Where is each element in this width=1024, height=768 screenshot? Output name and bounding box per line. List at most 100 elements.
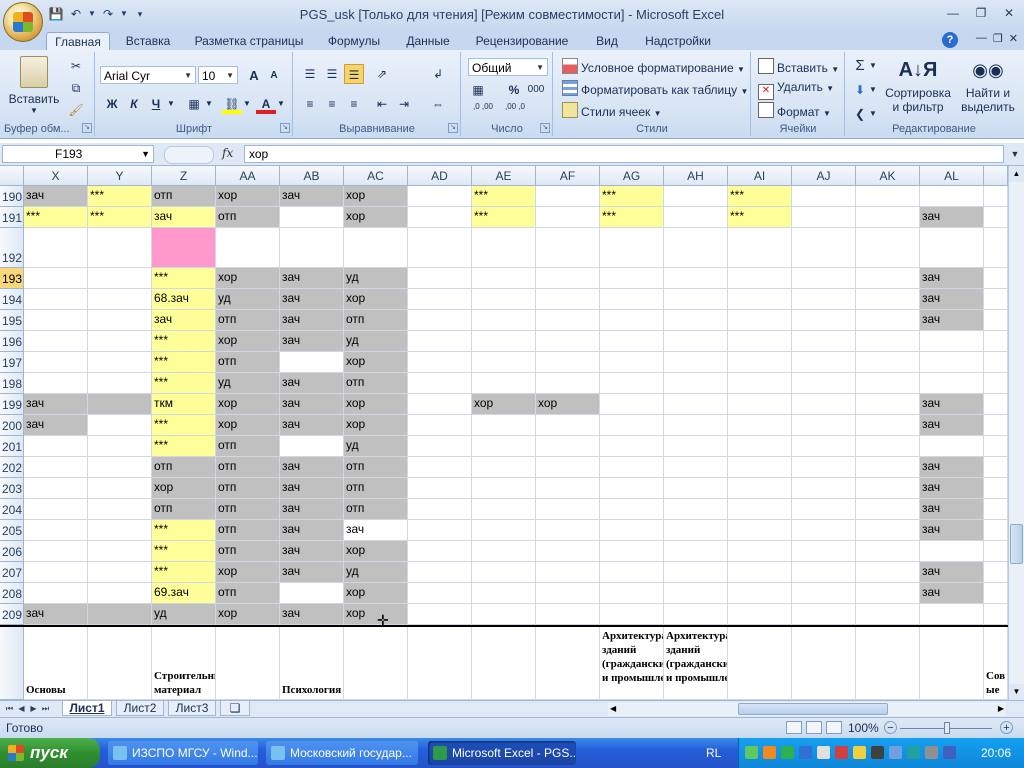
- grid-cell[interactable]: уд: [344, 268, 408, 289]
- scroll-down-icon[interactable]: ▼: [1009, 684, 1024, 700]
- column-header[interactable]: AJ: [792, 166, 856, 186]
- grid-cell[interactable]: зач: [280, 562, 344, 583]
- grid-cell[interactable]: [664, 457, 728, 478]
- grid-cell[interactable]: [792, 520, 856, 541]
- grid-cell[interactable]: [408, 583, 472, 604]
- grid-cell[interactable]: [472, 228, 536, 268]
- grid-cell[interactable]: [600, 268, 664, 289]
- grid-cell[interactable]: [24, 331, 88, 352]
- grid-cell[interactable]: [728, 499, 792, 520]
- close-icon[interactable]: ✕: [998, 4, 1020, 22]
- grid-cell[interactable]: [24, 289, 88, 310]
- grid-cell[interactable]: ***: [88, 186, 152, 207]
- grid-cell[interactable]: [408, 562, 472, 583]
- grid-cell[interactable]: [280, 583, 344, 604]
- zoom-out-icon[interactable]: −: [884, 721, 897, 734]
- minimize-icon[interactable]: —: [942, 4, 964, 22]
- grid-cell[interactable]: [88, 352, 152, 373]
- grid-cell[interactable]: [856, 457, 920, 478]
- grid-cell[interactable]: [216, 627, 280, 700]
- grid-cell[interactable]: [984, 207, 1008, 228]
- grid-cell[interactable]: [408, 478, 472, 499]
- grid-cell[interactable]: [88, 520, 152, 541]
- grid-cell[interactable]: [600, 457, 664, 478]
- normal-view-icon[interactable]: [786, 721, 802, 734]
- tab-insert[interactable]: Вставка: [118, 32, 178, 50]
- taskbar-item-ie1[interactable]: ИЗСПО МГСУ - Wind...: [108, 741, 258, 765]
- row-header[interactable]: 191: [0, 207, 24, 228]
- row-header[interactable]: 208: [0, 583, 24, 604]
- font-name-dropdown[interactable]: Arial Cyr ▼: [100, 66, 196, 84]
- vertical-scrollbar[interactable]: ▲ ▼: [1008, 166, 1024, 700]
- grid-cell[interactable]: [664, 562, 728, 583]
- grid-cell[interactable]: зач: [280, 541, 344, 562]
- restore-icon[interactable]: ❐: [970, 4, 992, 22]
- taskbar-item-ie2[interactable]: Московский государ...: [266, 741, 418, 765]
- grid-cell[interactable]: [856, 415, 920, 436]
- grid-cell[interactable]: [792, 331, 856, 352]
- grid-cell[interactable]: [792, 228, 856, 268]
- grid-cell[interactable]: [664, 499, 728, 520]
- grid-cell[interactable]: хор: [216, 268, 280, 289]
- grid-cell[interactable]: отп: [216, 541, 280, 562]
- grid-cell[interactable]: хор: [216, 415, 280, 436]
- grid-cell[interactable]: [536, 583, 600, 604]
- grid-cell[interactable]: [408, 604, 472, 625]
- grid-cell[interactable]: [920, 186, 984, 207]
- column-header[interactable]: AD: [408, 166, 472, 186]
- grid-cell[interactable]: [408, 228, 472, 268]
- column-header[interactable]: AA: [216, 166, 280, 186]
- grid-cell[interactable]: зач: [280, 289, 344, 310]
- grid-cell[interactable]: [600, 415, 664, 436]
- tray-app-icon[interactable]: [853, 746, 866, 759]
- grid-cell[interactable]: [664, 268, 728, 289]
- borders-dropdown-icon[interactable]: ▼: [204, 94, 214, 114]
- clear-icon[interactable]: ❮: [850, 104, 870, 124]
- grid-cell[interactable]: [472, 436, 536, 457]
- grid-cell[interactable]: [600, 562, 664, 583]
- grid-cell[interactable]: [664, 186, 728, 207]
- grid-cell[interactable]: зач: [280, 457, 344, 478]
- fill-icon[interactable]: ⬇: [850, 80, 870, 100]
- sheet-tab-2[interactable]: Лист2: [116, 701, 164, 716]
- row-header[interactable]: 204: [0, 499, 24, 520]
- column-title-cell[interactable]: Строительные материал: [152, 627, 216, 700]
- grid-cell[interactable]: отп: [152, 186, 216, 207]
- grid-cell[interactable]: [600, 310, 664, 331]
- horizontal-scroll-thumb[interactable]: [738, 703, 888, 715]
- grid-cell[interactable]: [408, 457, 472, 478]
- row-header[interactable]: 197: [0, 352, 24, 373]
- grid-cell[interactable]: [24, 436, 88, 457]
- grid-cell[interactable]: [664, 436, 728, 457]
- autosum-button[interactable]: Σ: [850, 56, 870, 76]
- scroll-left-icon[interactable]: ◀: [610, 702, 616, 716]
- row-header[interactable]: 209: [0, 604, 24, 625]
- grid-cell[interactable]: [664, 228, 728, 268]
- grid-cell[interactable]: [984, 520, 1008, 541]
- grid-cell[interactable]: ***: [600, 186, 664, 207]
- grid-cell[interactable]: [536, 436, 600, 457]
- ribbon-minimize-icon[interactable]: —: [976, 32, 987, 45]
- grid-cell[interactable]: [664, 541, 728, 562]
- ribbon-close-icon[interactable]: ✕: [1009, 32, 1018, 45]
- tray-app-icon[interactable]: [763, 746, 776, 759]
- grid-cell[interactable]: уд: [216, 289, 280, 310]
- grid-cell[interactable]: [728, 415, 792, 436]
- grid-cell[interactable]: [664, 373, 728, 394]
- row-header[interactable]: 190: [0, 186, 24, 207]
- grid-cell[interactable]: отп: [216, 457, 280, 478]
- grid-cell[interactable]: [600, 289, 664, 310]
- grid-cell[interactable]: зач: [920, 478, 984, 499]
- grid-cell[interactable]: отп: [344, 499, 408, 520]
- clear-dropdown-icon[interactable]: ▼: [868, 104, 878, 124]
- align-middle-icon[interactable]: ☰: [322, 64, 342, 84]
- grid-cell[interactable]: [984, 289, 1008, 310]
- grid-cell[interactable]: хор: [216, 562, 280, 583]
- grid-cell[interactable]: [280, 207, 344, 228]
- number-format-dropdown[interactable]: Общий ▼: [468, 58, 548, 76]
- conditional-formatting-button[interactable]: Условное форматирование ▼: [562, 58, 745, 75]
- grid-cell[interactable]: зач: [24, 604, 88, 625]
- grid-cell[interactable]: [984, 436, 1008, 457]
- column-header[interactable]: AG: [600, 166, 664, 186]
- grid-cell[interactable]: зач: [920, 289, 984, 310]
